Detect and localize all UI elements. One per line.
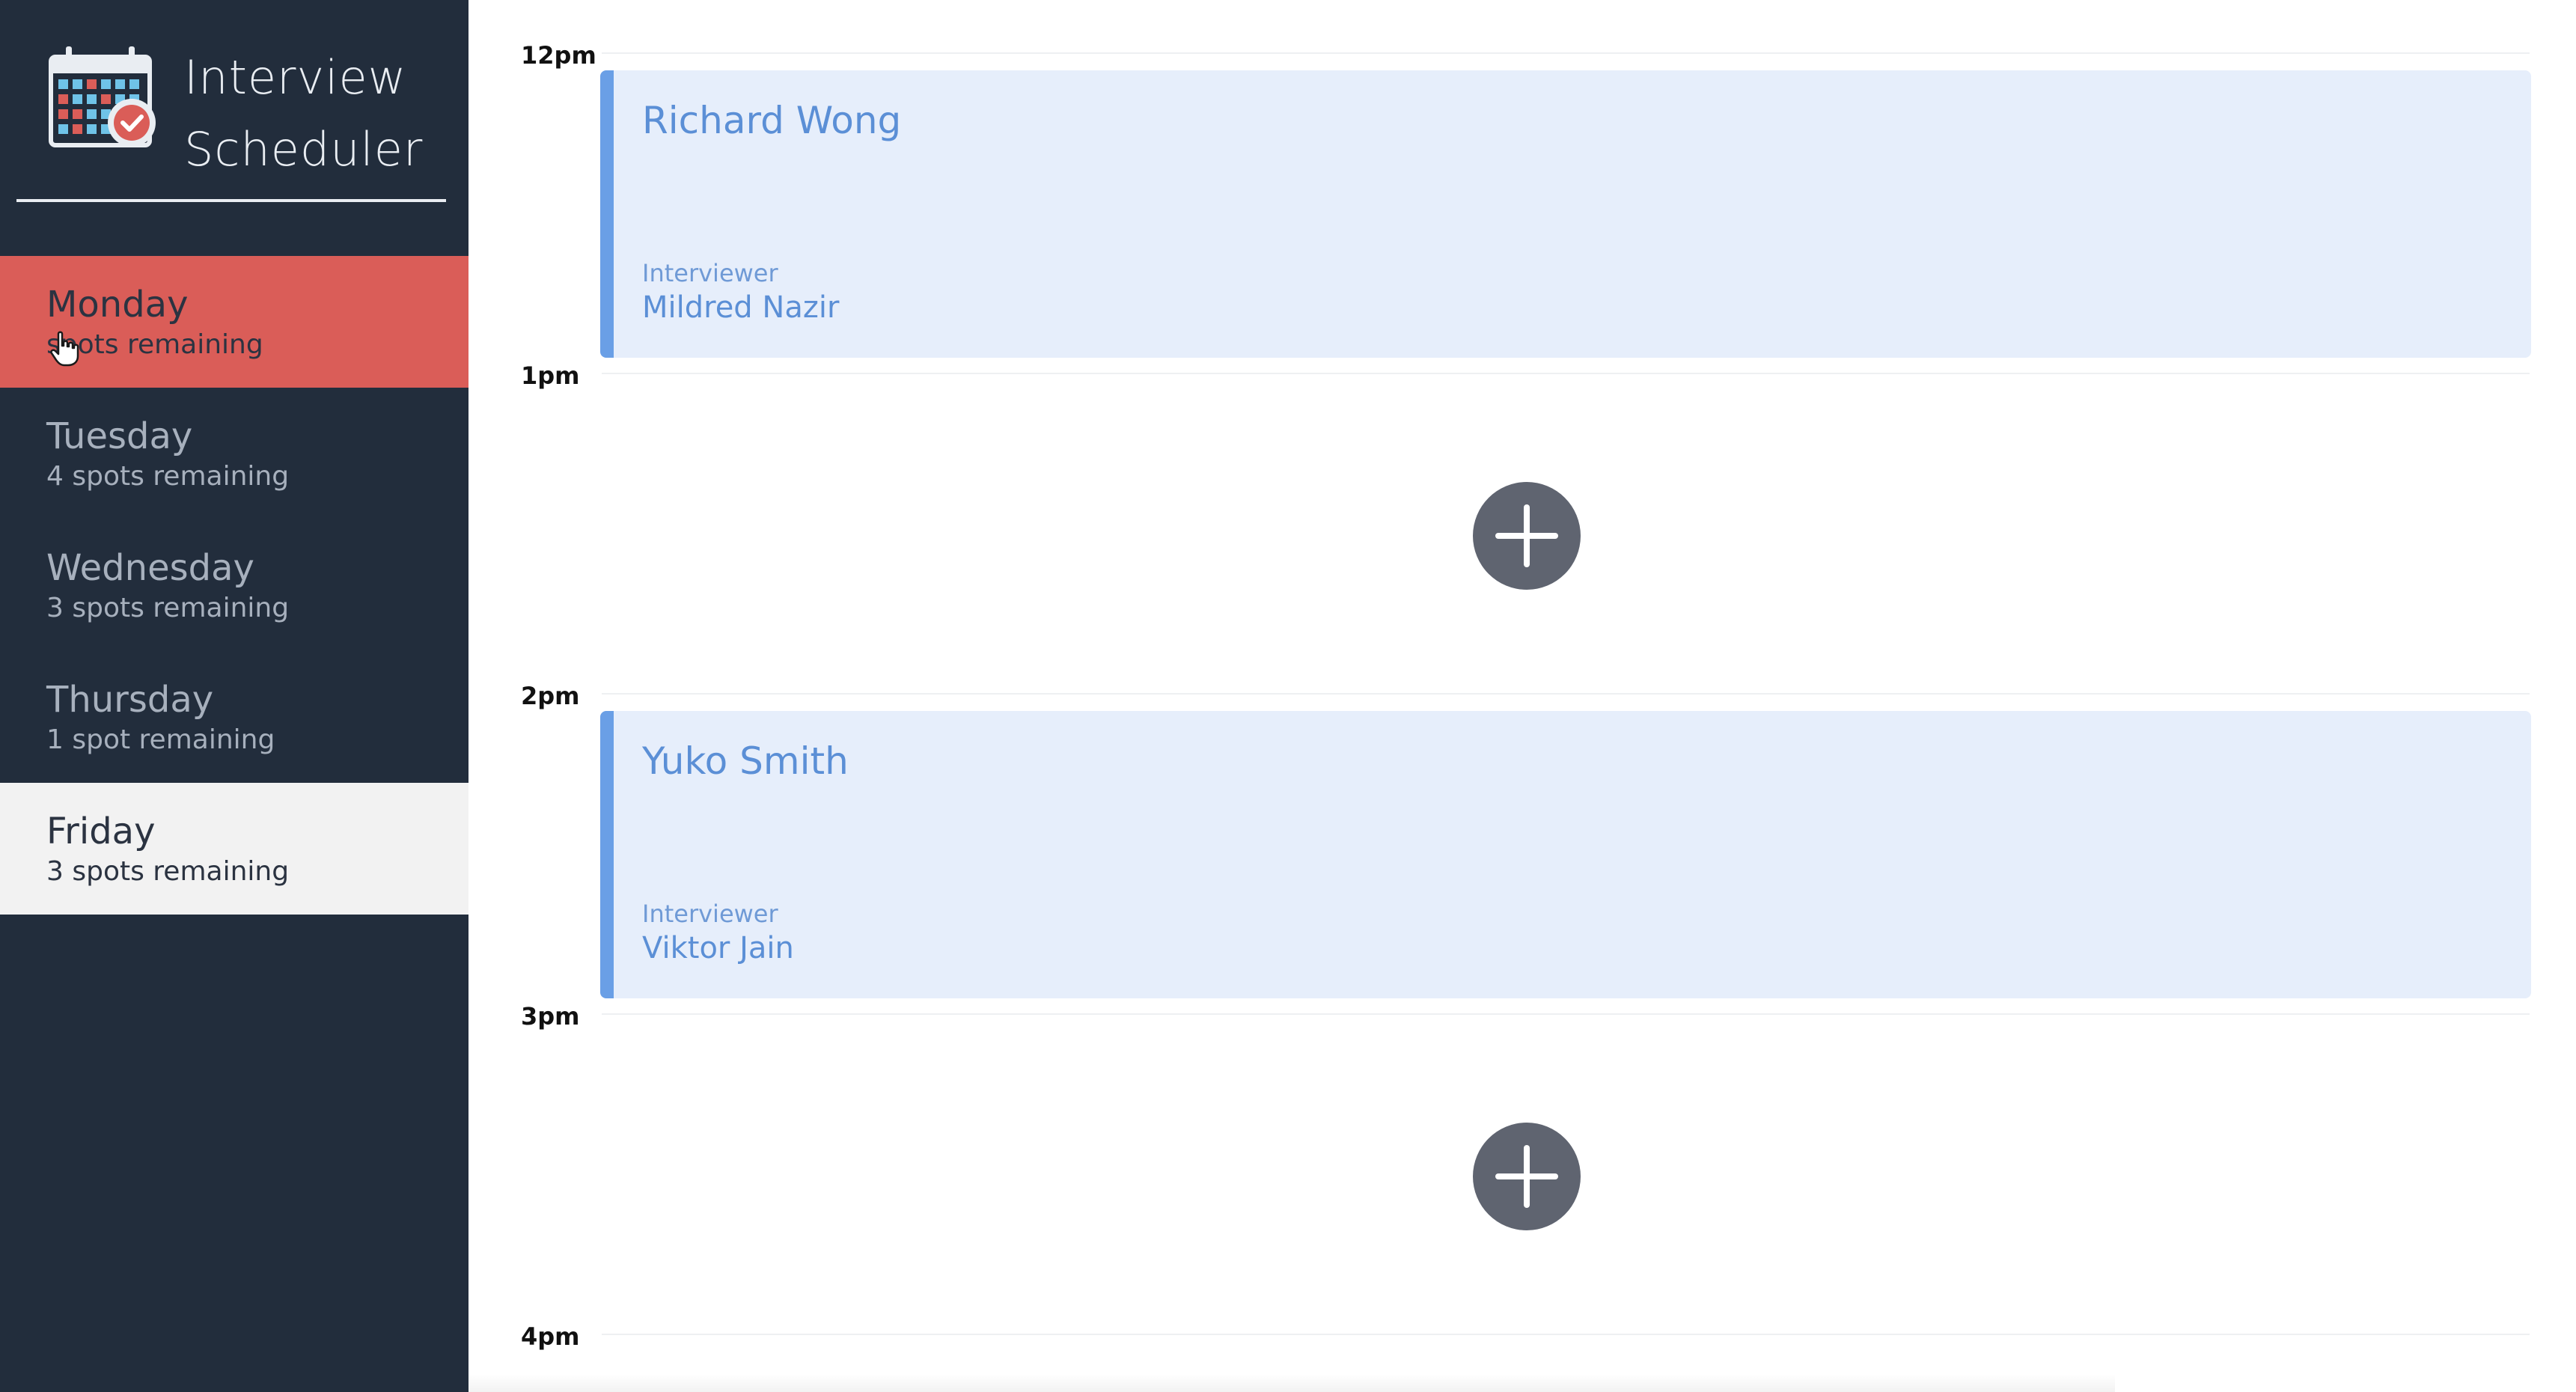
logo-grid-cell	[129, 79, 139, 89]
slot-time-label: 1pm	[521, 361, 580, 390]
day-spots-remaining: 4 spots remaining	[46, 461, 290, 492]
student-name: Yuko Smith	[642, 739, 849, 783]
hand-pointer-cursor-icon	[50, 331, 79, 367]
add-appointment-button[interactable]	[1473, 482, 1581, 590]
logo-grid-cell	[73, 79, 82, 89]
day-name: Wednesday	[46, 547, 254, 589]
logo-grid-cell	[87, 124, 97, 134]
plus-icon	[1495, 504, 1558, 567]
logo-grid-cell	[58, 124, 68, 134]
logo-grid-cell	[87, 94, 97, 104]
logo-grid-cell	[101, 94, 111, 104]
appointment-card[interactable]: Richard Wong Interviewer Mildred Nazir	[600, 70, 2531, 358]
day-spots-remaining: 1 spot remaining	[46, 724, 275, 755]
logo-grid-cell	[115, 79, 125, 89]
time-slot-2pm: 2pm Yuko Smith Interviewer Viktor Jain	[468, 641, 2576, 998]
day-name: Thursday	[46, 679, 214, 721]
day-item-friday[interactable]: Friday 3 spots remaining	[0, 783, 468, 915]
app: Interview Scheduler Monday spots remaini…	[0, 0, 2576, 1392]
slot-time-label: 3pm	[521, 1002, 580, 1031]
bottom-shadow	[468, 1374, 2115, 1392]
app-title-line2: Scheduler	[184, 122, 424, 177]
app-title: Interview Scheduler	[184, 42, 423, 186]
logo-grid-cell	[73, 94, 82, 104]
day-spots-remaining: 3 spots remaining	[46, 856, 290, 887]
day-spots-remaining: 3 spots remaining	[46, 593, 290, 623]
day-name: Tuesday	[46, 415, 193, 457]
logo-grid-cell	[101, 79, 111, 89]
time-slot-1pm: 1pm	[468, 320, 2576, 641]
slot-divider	[602, 1334, 2530, 1335]
slot-divider	[602, 693, 2530, 695]
calendar-check-icon	[49, 46, 156, 147]
sidebar: Interview Scheduler Monday spots remaini…	[0, 0, 468, 1392]
slot-time-label: 2pm	[521, 682, 580, 710]
logo-grid-cell	[58, 79, 68, 89]
slot-time-label: 4pm	[521, 1322, 580, 1351]
day-name: Monday	[46, 284, 189, 326]
day-item-monday[interactable]: Monday spots remaining	[0, 256, 468, 388]
day-name: Friday	[46, 811, 156, 852]
day-item-tuesday[interactable]: Tuesday 4 spots remaining	[0, 388, 468, 519]
schedule: 12pm Richard Wong Interviewer Mildred Na…	[468, 0, 2576, 1392]
slot-divider	[602, 52, 2530, 54]
logo-grid-cell	[58, 94, 68, 104]
logo-grid-cell	[73, 109, 82, 119]
student-name: Richard Wong	[642, 99, 902, 142]
day-item-thursday[interactable]: Thursday 1 spot remaining	[0, 651, 468, 783]
logo-grid-cell	[58, 109, 68, 119]
day-spots-remaining: spots remaining	[46, 329, 263, 360]
add-appointment-button[interactable]	[1473, 1123, 1581, 1230]
logo-grid-cell	[87, 79, 97, 89]
interviewer-label: Interviewer	[642, 259, 778, 287]
slot-time-label: 12pm	[521, 41, 596, 70]
brand: Interview Scheduler	[48, 42, 452, 177]
logo-grid-cell	[87, 109, 97, 119]
slot-divider	[602, 1013, 2530, 1015]
plus-icon	[1495, 1145, 1558, 1208]
day-item-wednesday[interactable]: Wednesday 3 spots remaining	[0, 519, 468, 651]
logo-grid-cell	[73, 124, 82, 134]
time-slot-3pm: 3pm	[468, 961, 2576, 1281]
app-title-line1: Interview	[184, 50, 407, 105]
sidebar-divider	[16, 199, 446, 202]
appointment-card[interactable]: Yuko Smith Interviewer Viktor Jain	[600, 711, 2531, 998]
day-list: Monday spots remaining Tuesday 4 spots r…	[0, 256, 468, 915]
slot-divider	[602, 373, 2530, 374]
interviewer-label: Interviewer	[642, 900, 778, 928]
time-slot-12pm: 12pm Richard Wong Interviewer Mildred Na…	[468, 0, 2576, 358]
